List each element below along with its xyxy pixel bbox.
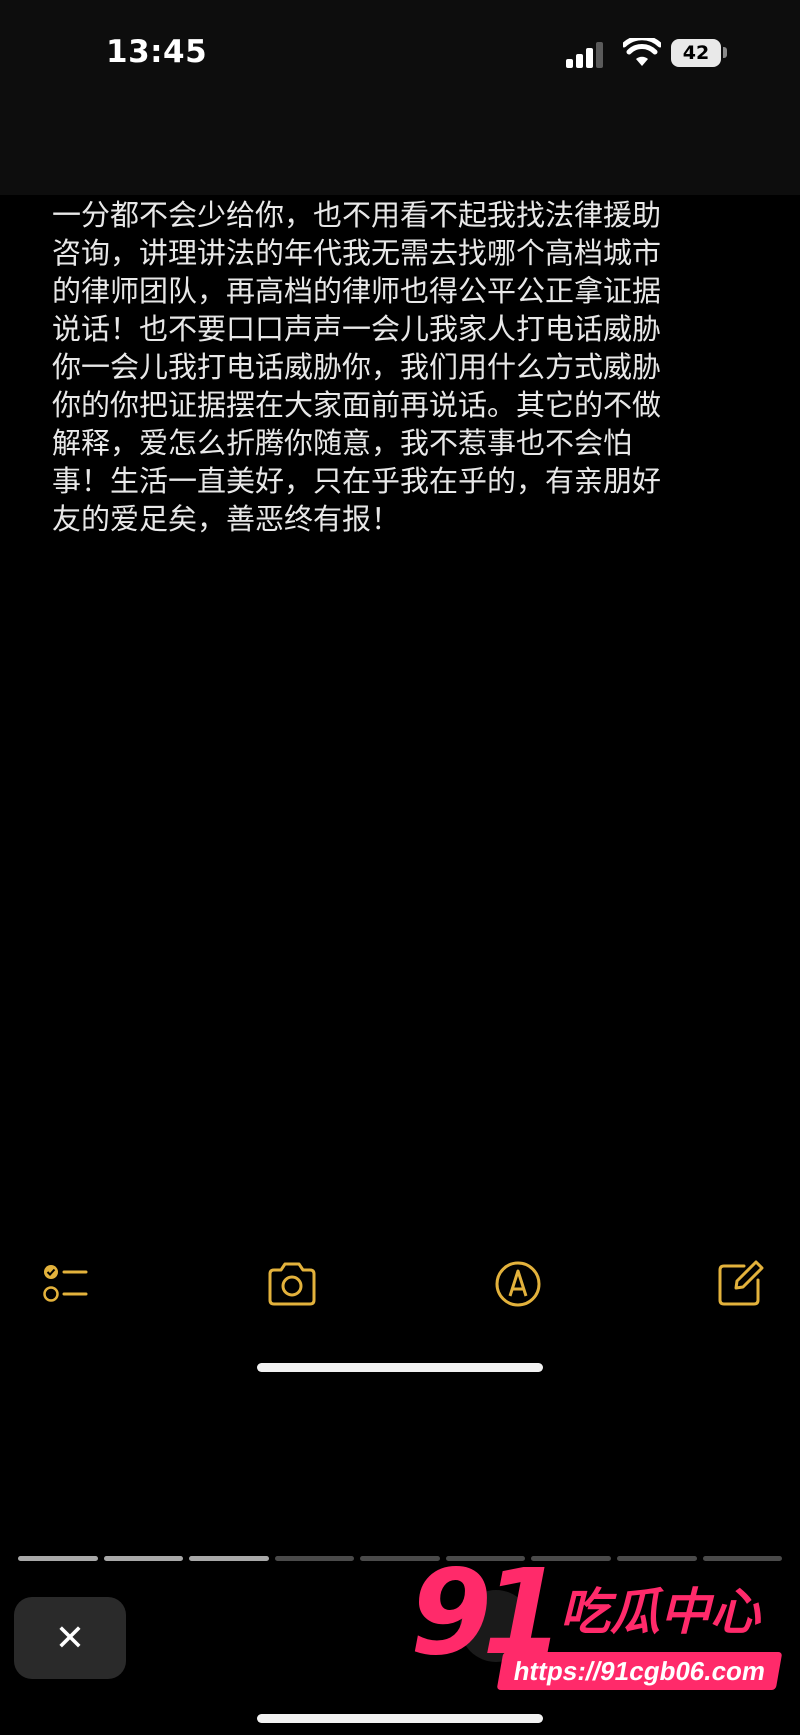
- compose-button[interactable]: [714, 1258, 766, 1310]
- checklist-icon: [43, 1265, 88, 1302]
- watermark: 91 吃瓜中心 https://91cgb06.com: [410, 1552, 790, 1702]
- status-time: 13:45: [106, 34, 208, 70]
- note-body[interactable]: 一分都不会少给你，也不用看不起我找法律援助 咨询，讲理讲法的年代我无需去找哪个高…: [52, 196, 752, 538]
- notes-toolbar: [0, 1258, 800, 1312]
- markup-icon: [495, 1261, 541, 1307]
- story-segment: [274, 1556, 355, 1561]
- battery-nub: [723, 47, 727, 58]
- note-line: 事！生活一直美好，只在乎我在乎的，有亲朋好: [52, 464, 662, 498]
- note-line: 说话！也不要口口声声一会儿我家人打电话威胁: [52, 312, 662, 346]
- note-line: 解释，爱怎么折腾你随意，我不惹事也不会怕: [52, 426, 633, 460]
- camera-button[interactable]: [266, 1258, 318, 1310]
- wifi-icon: [623, 38, 661, 66]
- close-icon: ✕: [54, 1617, 86, 1659]
- note-clipped-line: [52, 166, 752, 196]
- note-line: 咨询，讲理讲法的年代我无需去找哪个高档城市: [52, 236, 662, 270]
- close-button[interactable]: ✕: [14, 1597, 126, 1679]
- markup-button[interactable]: [492, 1258, 544, 1310]
- watermark-name: 吃瓜中心: [560, 1583, 760, 1641]
- note-line: 一分都不会少给你，也不用看不起我找法律援助: [52, 198, 662, 232]
- battery-indicator: 42: [671, 39, 721, 67]
- story-segment: [103, 1556, 184, 1561]
- note-line: 的律师团队，再高档的律师也得公平公正拿证据: [52, 274, 662, 308]
- note-line: 你一会儿我打电话威胁你，我们用什么方式威胁: [52, 350, 662, 384]
- note-line: 你的你把证据摆在大家面前再说话。其它的不做: [52, 388, 662, 422]
- note-line: 友的爱足矣，善恶终有报！: [52, 502, 401, 536]
- story-segment: [18, 1556, 98, 1561]
- home-indicator: [257, 1363, 543, 1372]
- story-segment: [189, 1556, 269, 1561]
- home-indicator-bottom: [257, 1714, 543, 1723]
- compose-icon: [718, 1260, 764, 1306]
- cellular-signal-icon: [566, 42, 603, 68]
- camera-icon: [268, 1262, 316, 1306]
- checklist-button[interactable]: [38, 1258, 90, 1310]
- watermark-url: https://91cgb06.com: [496, 1652, 783, 1690]
